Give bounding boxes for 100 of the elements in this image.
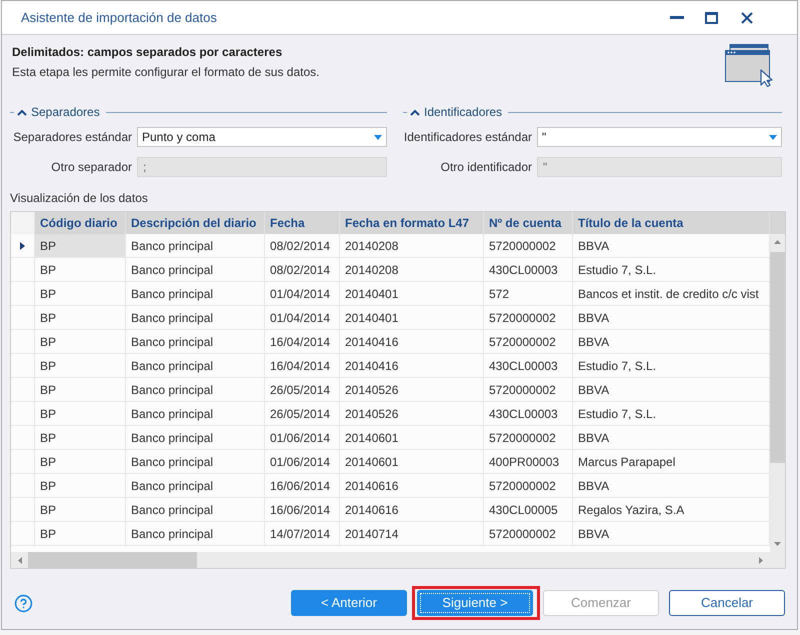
table-cell: 16/06/2014	[265, 474, 340, 498]
wizard-button[interactable]: < Anterior	[291, 590, 407, 616]
table-cell: 572	[484, 282, 573, 306]
table-cell: 01/04/2014	[265, 306, 340, 330]
scrollbar-thumb[interactable]	[28, 552, 197, 568]
scroll-right-icon[interactable]	[759, 556, 763, 564]
table-cell: Banco principal	[126, 402, 265, 426]
dropdown[interactable]: "	[537, 127, 782, 147]
table-cell: 26/05/2014	[265, 378, 340, 402]
table-cell: 20140526	[340, 402, 484, 426]
table-cell: 5720000002	[484, 426, 573, 450]
preview-title: Visualización de los datos	[10, 191, 149, 205]
column-header[interactable]: Fecha en formato L47	[340, 212, 484, 234]
table-cell: 20140601	[340, 426, 484, 450]
table-cell: BP	[35, 282, 126, 306]
scrollbar-thumb[interactable]	[770, 252, 785, 463]
field-label: Identificadores estándar	[403, 129, 532, 146]
table-cell: 400PR00003	[484, 450, 573, 474]
table-cell: 5720000002	[484, 306, 573, 330]
field-label: Otro separador	[50, 159, 132, 176]
table-cell: 20140401	[340, 306, 484, 330]
horizontal-scrollbar[interactable]	[11, 552, 770, 568]
row-header-cell[interactable]	[11, 474, 35, 498]
column-header[interactable]: Nº de cuenta	[484, 212, 573, 234]
table-cell: Banco principal	[126, 426, 265, 450]
table-cell: 20140616	[340, 474, 484, 498]
vertical-scrollbar[interactable]	[770, 234, 785, 552]
caret-up-icon[interactable]	[410, 108, 420, 116]
table-cell: BP	[35, 450, 126, 474]
wizard-button[interactable]: Cancelar	[669, 590, 785, 616]
table-cell: 430CL00003	[484, 258, 573, 282]
dropdown-arrow-icon[interactable]	[769, 134, 777, 140]
table-cell: 16/04/2014	[265, 330, 340, 354]
maximize-icon[interactable]	[705, 12, 718, 24]
scroll-up-icon[interactable]	[774, 240, 781, 244]
table-cell: 14/07/2014	[265, 522, 340, 546]
caret-up-icon[interactable]	[17, 108, 27, 116]
table-cell: Banco principal	[126, 522, 265, 546]
table-cell: BP	[35, 474, 126, 498]
table-cell: 430CL00003	[484, 354, 573, 378]
column-header[interactable]: Descripción del diario	[126, 212, 265, 234]
table-cell: BP	[35, 306, 126, 330]
field-label: Separadores estándar	[12, 129, 132, 146]
table-cell: 01/06/2014	[265, 426, 340, 450]
column-header[interactable]: Fecha	[265, 212, 340, 234]
windows-cursor-icon	[725, 44, 775, 87]
table-cell: BP	[35, 402, 126, 426]
dropdown[interactable]: Punto y coma	[137, 127, 387, 147]
step-title: Delimitados: campos separados por caracteres	[12, 44, 284, 60]
table-cell: 20140616	[340, 498, 484, 522]
table-cell: 16/04/2014	[265, 354, 340, 378]
row-header-cell[interactable]	[11, 426, 35, 450]
row-header-cell[interactable]	[11, 402, 35, 426]
table-cell: BP	[35, 258, 126, 282]
table-cell: 20140714	[340, 522, 484, 546]
scroll-left-icon[interactable]	[18, 556, 22, 564]
table-cell: Banco principal	[126, 330, 265, 354]
close-icon[interactable]	[740, 12, 752, 24]
table-cell: 01/04/2014	[265, 282, 340, 306]
table-cell: Banco principal	[126, 474, 265, 498]
row-header-cell[interactable]	[11, 378, 35, 402]
table-cell: 20140208	[340, 234, 484, 258]
table-cell: 5720000002	[484, 330, 573, 354]
row-header-cell[interactable]	[11, 258, 35, 282]
table-cell: BP	[35, 498, 126, 522]
table-cell: BBVA	[573, 234, 770, 258]
table-cell: 20140526	[340, 378, 484, 402]
table-cell: 5720000002	[484, 378, 573, 402]
row-header-cell[interactable]	[11, 354, 35, 378]
window-title: Asistente de importación de datos	[21, 8, 217, 27]
table-cell: 20140208	[340, 258, 484, 282]
table-cell: BP	[35, 522, 126, 546]
table-cell: 430CL00005	[484, 498, 573, 522]
row-header-cell[interactable]	[11, 306, 35, 330]
row-header-cell[interactable]	[11, 450, 35, 474]
table-cell: BP	[35, 330, 126, 354]
row-header-cell[interactable]	[11, 282, 35, 306]
row-header-cell[interactable]	[11, 330, 35, 354]
table-cell: BP	[35, 426, 126, 450]
table-cell: BP	[35, 354, 126, 378]
table-cell: 16/06/2014	[265, 498, 340, 522]
current-row-icon	[20, 242, 25, 250]
row-header-cell[interactable]	[11, 522, 35, 546]
row-header-cell[interactable]	[11, 498, 35, 522]
column-header[interactable]: Título de la cuenta	[573, 212, 770, 234]
table-cell: Banco principal	[126, 450, 265, 474]
table-cell: 20140416	[340, 354, 484, 378]
table-cell: 5720000002	[484, 474, 573, 498]
wizard-button[interactable]: Siguiente >	[417, 590, 533, 616]
table-cell: 08/02/2014	[265, 258, 340, 282]
scroll-down-icon[interactable]	[774, 542, 781, 546]
table-cell: BP	[35, 378, 126, 402]
field-label: Otro identificador	[440, 159, 532, 176]
table-cell: Banco principal	[126, 282, 265, 306]
help-icon[interactable]	[14, 594, 33, 612]
dropdown-arrow-icon[interactable]	[374, 134, 382, 140]
step-description: Esta etapa les permite configurar el formato de sus datos.	[12, 64, 320, 80]
table-cell: BP	[35, 234, 126, 258]
table-cell: Banco principal	[126, 234, 265, 258]
minimize-icon[interactable]	[670, 16, 684, 19]
